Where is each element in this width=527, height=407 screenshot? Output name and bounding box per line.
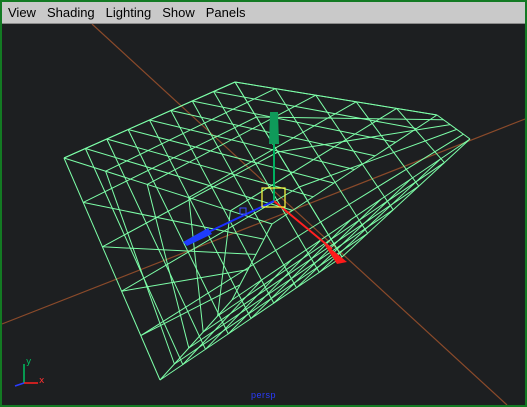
- maya-viewport-panel: View Shading Lighting Show Panels y x pe…: [0, 0, 527, 407]
- gizmo-x-label: x: [39, 376, 45, 386]
- menu-lighting[interactable]: Lighting: [100, 2, 157, 23]
- gizmo-y-label: y: [26, 357, 32, 367]
- menu-shading[interactable]: Shading: [41, 2, 100, 23]
- viewport-canvas[interactable]: [2, 24, 525, 405]
- viewport-background: [2, 24, 525, 405]
- camera-name-label: persp: [250, 390, 276, 400]
- 3d-viewport[interactable]: y x persp: [2, 24, 525, 405]
- manip-y-arrow-icon[interactable]: [269, 112, 279, 144]
- menu-view[interactable]: View: [2, 2, 41, 23]
- menu-show[interactable]: Show: [156, 2, 200, 23]
- menu-panels[interactable]: Panels: [200, 2, 251, 23]
- panel-menubar: View Shading Lighting Show Panels: [2, 2, 525, 24]
